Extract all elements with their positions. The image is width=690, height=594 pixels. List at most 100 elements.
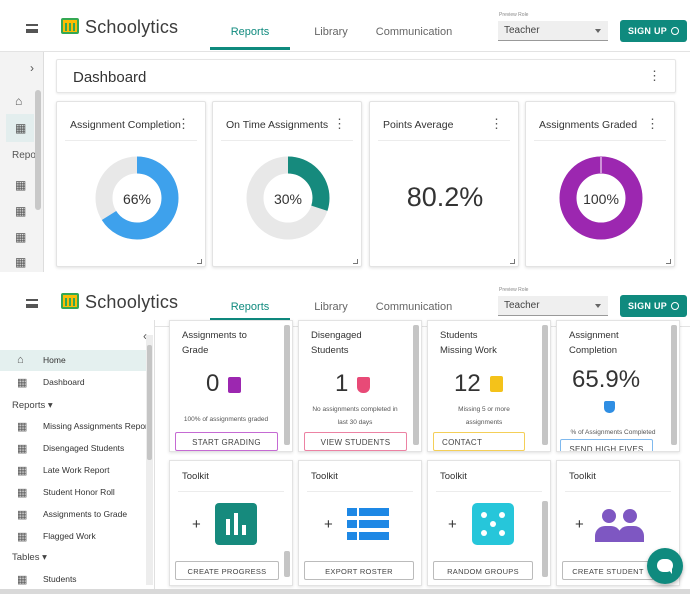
tab-library[interactable]: Library <box>302 301 360 313</box>
tile-title: Toolkit <box>569 471 596 482</box>
sign-up-button[interactable]: SIGN UP <box>620 295 688 317</box>
resize-handle-icon[interactable] <box>353 259 358 264</box>
tile-count: 65.9% <box>572 366 641 393</box>
sidebar-item-home[interactable]: ⌂ Home <box>0 350 146 371</box>
card-divider <box>534 140 666 141</box>
card-divider <box>221 140 353 141</box>
tab-reports[interactable]: Reports <box>210 301 290 313</box>
create-progress-button[interactable]: CREATE PROGRESS <box>175 561 279 580</box>
sidebar-item-flagged-work[interactable]: ▦ Flagged Work <box>0 526 146 547</box>
dice-pip <box>481 530 487 536</box>
expand-sidebar-icon[interactable]: › <box>30 61 34 75</box>
schoolytics-logo-icon <box>61 18 79 34</box>
preview-role-label: Preview Role <box>499 12 529 18</box>
tile-scrollbar[interactable] <box>671 325 677 445</box>
resize-handle-icon[interactable] <box>197 259 202 264</box>
create-student-groups-button[interactable]: CREATE STUDENT <box>562 561 654 580</box>
resize-handle-icon[interactable] <box>666 259 671 264</box>
tab-communication[interactable]: Communication <box>372 301 456 313</box>
tile-title: Disengaged Students <box>311 330 362 356</box>
random-groups-button[interactable]: RANDOM GROUPS <box>433 561 533 580</box>
sign-up-button[interactable]: SIGN UP <box>620 20 688 42</box>
tile-title: Toolkit <box>440 471 467 482</box>
sidebar-item-assignments-to-grade[interactable]: ▦ Assignments to Grade <box>0 504 146 525</box>
sidebar-scrollbar-thumb[interactable] <box>147 345 152 460</box>
tile-scrollbar[interactable] <box>284 551 290 577</box>
tile-scrollbar[interactable] <box>542 501 548 577</box>
tile-title: Toolkit <box>182 471 209 482</box>
tile-title: Students Missing Work <box>440 330 497 356</box>
resize-handle-icon[interactable] <box>510 259 515 264</box>
table-icon: ▦ <box>17 509 28 521</box>
card-divider <box>307 491 413 492</box>
table-icon[interactable]: ▦ <box>15 204 26 218</box>
bar-chart-icon <box>215 503 257 545</box>
tile-scrollbar[interactable] <box>542 325 548 445</box>
tab-communication[interactable]: Communication <box>372 26 456 38</box>
roster-list-icon-row <box>347 508 389 516</box>
sidebar-item-missing-assignments[interactable]: ▦ Missing Assignments Report <box>0 416 150 437</box>
roster-list-icon-row <box>347 520 389 528</box>
sidebar-group-tables[interactable]: Tables ▾ <box>12 552 47 563</box>
plus-icon: + <box>324 516 333 533</box>
student-book-icon <box>604 401 615 413</box>
more-vert-icon[interactable]: ⋮ <box>490 117 503 130</box>
home-icon: ⌂ <box>17 354 24 366</box>
donut-center-label: 100% <box>583 191 619 207</box>
view-students-button[interactable]: VIEW STUDENTS <box>304 432 407 451</box>
table-icon: ▦ <box>17 465 28 477</box>
dice-pip <box>490 521 496 527</box>
tile-count: 0 <box>206 370 220 397</box>
window-scrollbar[interactable] <box>0 589 690 594</box>
start-grading-button[interactable]: START GRADING <box>175 432 278 451</box>
rail-reports-label: Repo <box>12 150 36 161</box>
send-high-fives-button[interactable]: SEND HIGH FIVES <box>560 439 653 451</box>
dice-icon <box>472 503 514 545</box>
more-vert-icon[interactable]: ⋮ <box>648 69 661 82</box>
donut-center-label: 30% <box>273 191 303 207</box>
chevron-down-icon <box>595 29 601 33</box>
people-icon <box>595 509 649 543</box>
preview-role-select[interactable]: Teacher <box>498 296 608 316</box>
table-icon[interactable]: ▦ <box>15 255 26 269</box>
menu-icon[interactable] <box>26 299 38 308</box>
dice-pip <box>499 512 505 518</box>
dashboard-icon[interactable]: ▦ <box>15 121 26 135</box>
people-icon-head <box>623 509 637 523</box>
sidebar-item-honor-roll[interactable]: ▦ Student Honor Roll <box>0 482 146 503</box>
contact-button[interactable]: CONTACT <box>433 432 525 451</box>
sidebar-item-label: Late Work Report <box>43 465 110 475</box>
roster-list-icon <box>347 508 389 540</box>
table-icon[interactable]: ▦ <box>15 230 26 244</box>
table-icon: ▦ <box>17 487 28 499</box>
panel-divider <box>0 272 690 281</box>
roster-list-icon-gap <box>357 508 359 540</box>
tile-scrollbar[interactable] <box>413 325 419 445</box>
rail-scrollbar[interactable] <box>35 90 41 210</box>
sidebar-item-dashboard[interactable]: ▦ Dashboard <box>0 372 146 393</box>
more-vert-icon[interactable]: ⋮ <box>646 117 659 130</box>
more-vert-icon[interactable]: ⋮ <box>177 117 190 130</box>
sidebar-item-students[interactable]: ▦ Students <box>0 569 146 590</box>
export-roster-button[interactable]: EXPORT ROSTER <box>304 561 414 580</box>
tile-title: Toolkit <box>311 471 338 482</box>
tab-reports[interactable]: Reports <box>210 26 290 38</box>
table-icon[interactable]: ▦ <box>15 178 26 192</box>
more-vert-icon[interactable]: ⋮ <box>333 117 346 130</box>
sidebar-item-late-work[interactable]: ▦ Late Work Report <box>0 460 146 481</box>
tab-library[interactable]: Library <box>302 26 360 38</box>
chat-button[interactable] <box>647 548 683 584</box>
preview-role-select[interactable]: Teacher <box>498 21 608 41</box>
sidebar-item-disengaged-students[interactable]: ▦ Disengaged Students <box>0 438 146 459</box>
student-book-icon <box>357 377 370 393</box>
toolkit-export-roster: Toolkit + EXPORT ROSTER <box>298 460 422 586</box>
chat-bubble-tail <box>668 569 672 574</box>
tile-scrollbar[interactable] <box>284 325 290 445</box>
menu-icon[interactable] <box>26 24 38 33</box>
tile-disengaged-students: Disengaged Students 1 No assignments comp… <box>298 320 422 452</box>
clipboard-icon <box>228 377 241 393</box>
bar-chart-icon-bar <box>234 513 238 535</box>
home-icon[interactable]: ⌂ <box>15 94 22 108</box>
active-tab-indicator <box>210 47 290 50</box>
sidebar-group-reports[interactable]: Reports ▾ <box>12 400 53 411</box>
